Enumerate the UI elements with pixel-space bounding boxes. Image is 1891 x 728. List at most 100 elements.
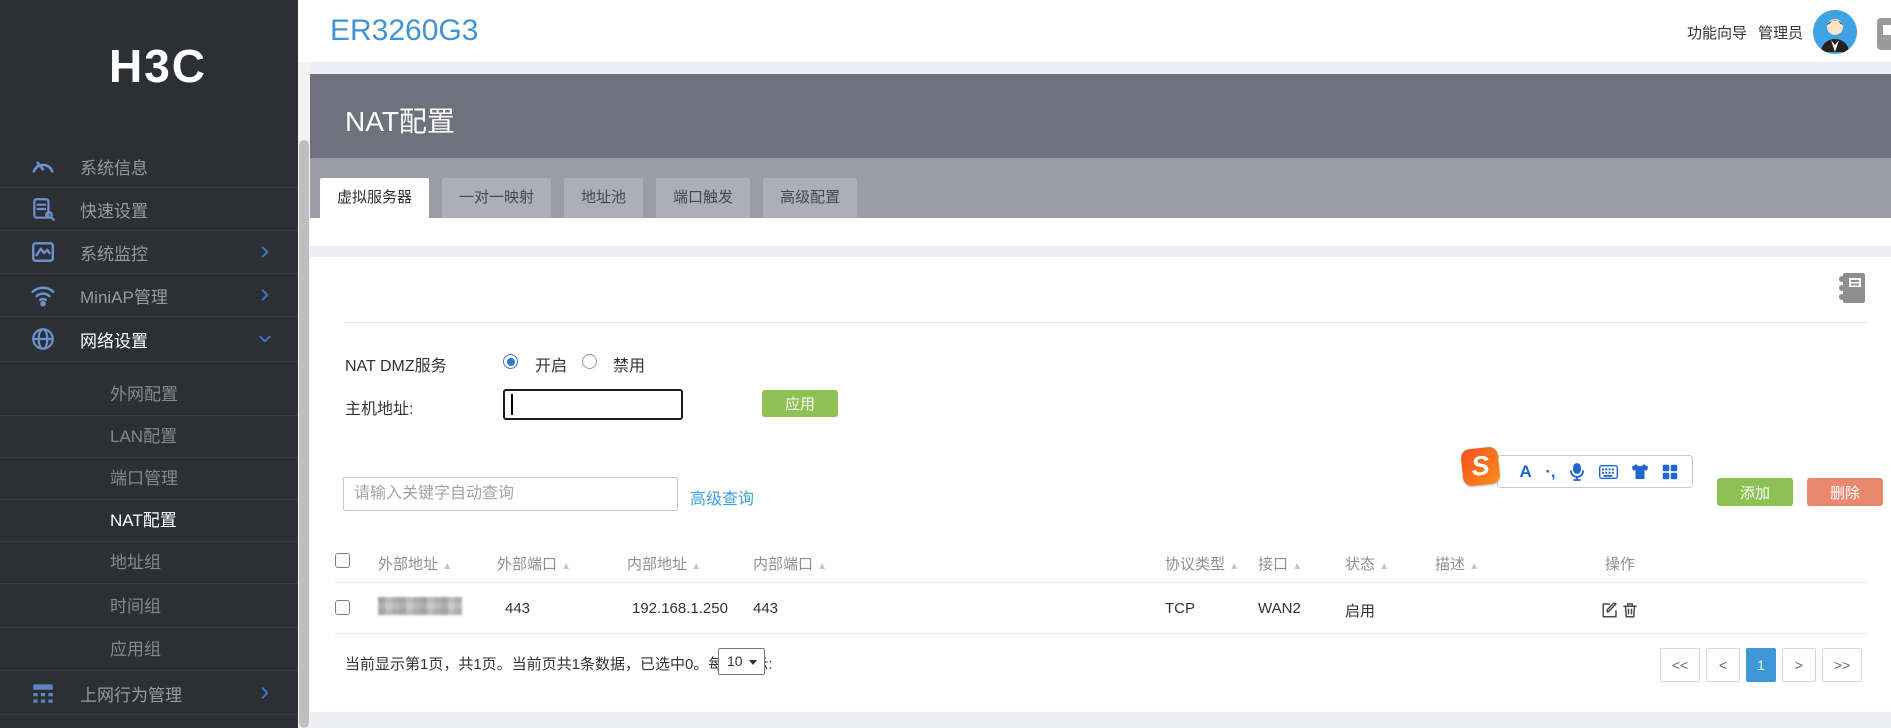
gauge-icon bbox=[32, 161, 54, 173]
pager-next-button[interactable]: > bbox=[1782, 648, 1816, 682]
sidebar-item-system-monitor[interactable]: 系统监控 bbox=[0, 231, 298, 274]
sidebar-item-behavior-management[interactable]: 上网行为管理 bbox=[0, 672, 298, 715]
sidebar-item-network-settings[interactable]: 网络设置 bbox=[0, 317, 298, 362]
text-caret bbox=[511, 394, 513, 415]
globe-icon bbox=[32, 328, 54, 350]
keyboard-icon[interactable] bbox=[1598, 464, 1618, 479]
sidebar-subitem-app-group[interactable]: 应用组 bbox=[0, 629, 298, 671]
admin-link[interactable]: 管理员 bbox=[1758, 22, 1803, 43]
guide-link[interactable]: 功能向导 bbox=[1687, 22, 1747, 43]
sidebar-subitem-lan-config[interactable]: LAN配置 bbox=[0, 416, 298, 458]
sidebar-item-miniap[interactable]: MiniAP管理 bbox=[0, 274, 298, 317]
col-interface[interactable]: 接口 ▲ bbox=[1258, 553, 1302, 574]
dmz-service-label: NAT DMZ服务 bbox=[345, 358, 447, 375]
col-actions: 操作 bbox=[1605, 556, 1636, 573]
row-checkbox[interactable] bbox=[335, 600, 350, 615]
microphone-icon[interactable] bbox=[1569, 462, 1585, 481]
sidebar-item-label: 快速设置 bbox=[80, 201, 148, 221]
sort-asc-icon[interactable]: ▲ bbox=[1292, 561, 1302, 572]
sort-asc-icon[interactable]: ▲ bbox=[1229, 561, 1239, 572]
sort-asc-icon[interactable]: ▲ bbox=[691, 561, 701, 572]
sidebar-subitem-nat-config[interactable]: NAT配置 bbox=[0, 500, 298, 542]
edit-icon[interactable] bbox=[1601, 601, 1619, 619]
sort-asc-icon[interactable]: ▲ bbox=[1379, 561, 1389, 572]
col-description[interactable]: 描述 ▲ bbox=[1435, 553, 1479, 574]
search-input[interactable] bbox=[343, 477, 678, 511]
col-internal-port[interactable]: 内部端口 ▲ bbox=[753, 553, 827, 574]
add-button[interactable]: 添加 bbox=[1717, 478, 1793, 506]
pager-page-1-button[interactable]: 1 bbox=[1746, 648, 1776, 682]
h3c-logo: H3C bbox=[108, 40, 208, 92]
sidebar-item-label: 系统信息 bbox=[80, 158, 148, 178]
sort-asc-icon[interactable]: ▲ bbox=[1469, 561, 1479, 572]
sidebar-subitem-time-group[interactable]: 时间组 bbox=[0, 586, 298, 628]
pager-last-button[interactable]: >> bbox=[1822, 648, 1862, 682]
sidebar-item-quick-setup[interactable]: 快速设置 bbox=[0, 188, 298, 231]
cell-interface: WAN2 bbox=[1258, 600, 1301, 617]
radio-enable-label: 开启 bbox=[535, 358, 568, 375]
device-name: ER3260G3 bbox=[330, 14, 479, 47]
cell-protocol: TCP bbox=[1165, 600, 1195, 617]
sidebar-subitem-port-management[interactable]: 端口管理 bbox=[0, 458, 298, 500]
col-status[interactable]: 状态 ▲ bbox=[1345, 553, 1389, 574]
radio-disable-label: 禁用 bbox=[613, 358, 646, 375]
sogou-logo-icon[interactable]: S bbox=[1460, 446, 1501, 487]
tab-bar: 虚拟服务器 一对一映射 地址池 端口触发 高级配置 bbox=[320, 178, 858, 218]
page-banner bbox=[310, 74, 1891, 158]
pager-first-button[interactable]: << bbox=[1660, 648, 1700, 682]
letter-a-icon[interactable]: A bbox=[1519, 463, 1531, 480]
col-protocol[interactable]: 协议类型 ▲ bbox=[1165, 553, 1239, 574]
apply-button[interactable]: 应用 bbox=[762, 390, 838, 417]
radio-enable[interactable] bbox=[503, 354, 518, 369]
advanced-query-link[interactable]: 高级查询 bbox=[690, 485, 754, 509]
radio-disable[interactable] bbox=[582, 354, 597, 369]
cell-status: 启用 bbox=[1345, 603, 1376, 620]
sitemap-icon bbox=[33, 684, 53, 703]
clipped-notebook-icon[interactable] bbox=[1877, 18, 1891, 50]
host-address-input[interactable] bbox=[503, 389, 683, 420]
clothes-icon[interactable] bbox=[1631, 463, 1649, 480]
divider bbox=[335, 582, 1868, 583]
sidebar-subitem-wan-config[interactable]: 外网配置 bbox=[0, 374, 298, 416]
sidebar-item-label: 网络设置 bbox=[80, 331, 148, 351]
select-all-checkbox[interactable] bbox=[335, 553, 350, 568]
col-external-port[interactable]: 外部端口 ▲ bbox=[497, 553, 571, 574]
sort-asc-icon[interactable]: ▲ bbox=[561, 561, 571, 572]
delete-button[interactable]: 删除 bbox=[1807, 478, 1883, 506]
sidebar-item-label: 上网行为管理 bbox=[80, 685, 182, 705]
monitor-icon bbox=[32, 242, 54, 262]
sidebar-item-label: 系统监控 bbox=[80, 244, 148, 264]
user-avatar-icon bbox=[1813, 10, 1857, 54]
col-external-address[interactable]: 外部地址 ▲ bbox=[378, 553, 452, 574]
pager-prev-button[interactable]: < bbox=[1706, 648, 1740, 682]
sort-asc-icon[interactable]: ▲ bbox=[442, 561, 452, 572]
tab-panel-top bbox=[310, 218, 1891, 246]
top-header: ER3260G3 功能向导 管理员 bbox=[298, 0, 1891, 62]
sidebar-item-label: MiniAP管理 bbox=[80, 287, 168, 307]
delete-trash-icon[interactable] bbox=[1621, 601, 1639, 619]
avatar[interactable] bbox=[1813, 10, 1857, 54]
pagination-summary: 当前显示第1页，共1页。当前页共1条数据，已选中0。每页显示: bbox=[345, 656, 773, 673]
tab-virtual-server[interactable]: 虚拟服务器 bbox=[320, 178, 430, 218]
sidebar-item-system-info[interactable]: 系统信息 bbox=[0, 145, 298, 188]
sort-asc-icon[interactable]: ▲ bbox=[817, 561, 827, 572]
col-internal-address[interactable]: 内部地址 ▲ bbox=[627, 553, 701, 574]
tab-port-trigger[interactable]: 端口触发 bbox=[656, 178, 751, 218]
sidebar-subitem-address-group[interactable]: 地址组 bbox=[0, 542, 298, 584]
notebook-log-icon[interactable] bbox=[1838, 272, 1866, 304]
chevron-right-icon bbox=[261, 289, 269, 301]
tab-one-to-one-mapping[interactable]: 一对一映射 bbox=[442, 178, 552, 218]
page-size-select[interactable]: 10 bbox=[718, 648, 765, 675]
sidebar: H3C 系统信息 快速设置 系统监控 MiniAP管理 网络设置 外网配置 LA… bbox=[0, 0, 298, 728]
tab-advanced-config[interactable]: 高级配置 bbox=[763, 178, 858, 218]
tab-address-pool[interactable]: 地址池 bbox=[564, 178, 644, 218]
sidebar-scrollbar-thumb[interactable] bbox=[299, 140, 309, 728]
chevron-right-icon bbox=[261, 246, 269, 258]
punctuation-icon[interactable]: ·, bbox=[1545, 463, 1555, 480]
grid-icon[interactable] bbox=[1662, 464, 1678, 480]
host-address-label: 主机地址: bbox=[345, 401, 414, 418]
cell-external-port: 443 bbox=[505, 600, 531, 617]
page-title: NAT配置 bbox=[345, 106, 455, 137]
app-window: H3C 系统信息 快速设置 系统监控 MiniAP管理 网络设置 外网配置 LA… bbox=[0, 0, 1891, 728]
quick-setup-icon bbox=[33, 198, 55, 221]
